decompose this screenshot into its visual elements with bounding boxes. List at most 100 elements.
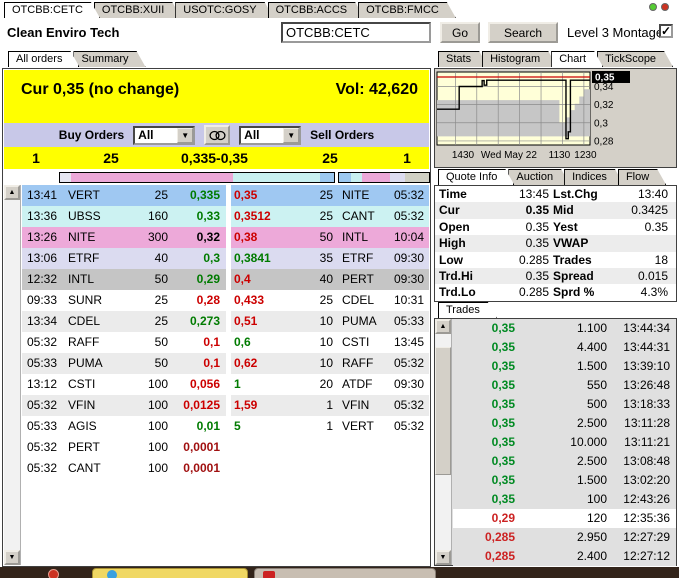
book-row[interactable]: 05:32 RAFF 50 0,1 0,6 10 CSTI 13:45 bbox=[22, 332, 429, 353]
sell-size: 10 bbox=[319, 335, 333, 349]
trade-price: 0,35 bbox=[491, 473, 515, 487]
buy-price: 0,33 bbox=[196, 209, 220, 223]
depth-bars bbox=[4, 172, 430, 183]
quote-label: Open bbox=[439, 219, 470, 234]
trade-row[interactable]: 0,35 550 13:26:48 bbox=[453, 376, 676, 395]
scrollbar-thumb[interactable] bbox=[435, 347, 451, 475]
scroll-up-button[interactable]: ▲ bbox=[435, 319, 451, 334]
chevron-down-icon[interactable]: ▼ bbox=[283, 127, 300, 143]
book-row[interactable]: 13:41 VERT 25 0,335 0,35 25 NITE 05:32 bbox=[22, 185, 429, 206]
book-row[interactable]: 13:36 UBSS 160 0,33 0,3512 25 CANT 05:32 bbox=[22, 206, 429, 227]
info-tab-quote-info[interactable]: Quote Info bbox=[438, 169, 514, 185]
chart-tab-stats[interactable]: Stats bbox=[438, 51, 488, 67]
scroll-down-button[interactable]: ▼ bbox=[4, 550, 20, 565]
orders-tab-summary[interactable]: Summary bbox=[73, 51, 145, 67]
chart-tab-histogram[interactable]: Histogram bbox=[482, 51, 557, 67]
buy-time: 05:32 bbox=[27, 440, 58, 454]
symbol-tab-otcbb-xuii[interactable]: OTCBB:XUII bbox=[94, 2, 181, 18]
orders-tab-all-orders[interactable]: All orders bbox=[8, 51, 79, 67]
book-row[interactable]: 05:33 PUMA 50 0,1 0,62 10 RAFF 05:32 bbox=[22, 353, 429, 374]
trade-row[interactable]: 0,35 10.000 13:11:21 bbox=[453, 433, 676, 452]
symbol-tab-otcbb-fmcc[interactable]: OTCBB:FMCC bbox=[358, 2, 456, 18]
trade-row[interactable]: 0,29 120 12:35:36 bbox=[453, 509, 676, 528]
buy-side: 09:33 SUNR 25 0,28 bbox=[22, 290, 226, 311]
browser-logo-icon[interactable] bbox=[48, 569, 59, 578]
trade-row[interactable]: 0,35 1.500 13:39:10 bbox=[453, 357, 676, 376]
taskbar-window-yellow[interactable] bbox=[92, 568, 248, 578]
book-row[interactable]: 13:12 CSTI 100 0,056 1 20 ATDF 09:30 bbox=[22, 374, 429, 395]
go-button[interactable]: Go bbox=[440, 22, 480, 43]
book-scrollbar[interactable]: ▲ ▼ bbox=[4, 185, 21, 565]
tab-trades[interactable]: Trades bbox=[438, 302, 497, 318]
sell-side bbox=[231, 458, 429, 479]
buy-size: 300 bbox=[147, 230, 168, 244]
info-tab-auction[interactable]: Auction bbox=[508, 169, 570, 185]
symbol-input[interactable] bbox=[281, 22, 431, 43]
symbol-tab-otcbb-cetc[interactable]: OTCBB:CETC bbox=[4, 2, 100, 18]
trades-panel: ▲ ▼ 0,35 1.100 13:44:34 0,35 4.400 13:44:31 0,… bbox=[434, 318, 677, 566]
trade-row[interactable]: 0,35 1.500 13:02:20 bbox=[453, 471, 676, 490]
book-row[interactable]: 05:32 PERT 100 0,0001 bbox=[22, 437, 429, 458]
buy-price: 0,0001 bbox=[183, 440, 220, 454]
trade-row[interactable]: 0,35 4.400 13:44:31 bbox=[453, 338, 676, 357]
chart-tab-chart[interactable]: Chart bbox=[551, 51, 603, 67]
sell-time: 10:31 bbox=[393, 293, 424, 307]
sell-size: 1 bbox=[326, 398, 333, 412]
book-row[interactable]: 13:26 NITE 300 0,32 0,38 50 INTL 10:04 bbox=[22, 227, 429, 248]
search-button[interactable]: Search bbox=[488, 22, 558, 43]
chart-tab-bar: Stats Histogram Chart TickScope bbox=[438, 51, 667, 67]
symbol-tab-usotc-gosy[interactable]: USOTC:GOSY bbox=[175, 2, 273, 18]
sell-size: 10 bbox=[319, 356, 333, 370]
buy-time: 13:34 bbox=[27, 314, 58, 328]
buy-price: 0,32 bbox=[196, 230, 220, 244]
chart-tab-tickscope[interactable]: TickScope bbox=[597, 51, 673, 67]
depth-segment bbox=[350, 173, 363, 182]
trade-row[interactable]: 0,35 500 13:18:33 bbox=[453, 395, 676, 414]
chevron-down-icon[interactable]: ▼ bbox=[177, 127, 194, 143]
sell-size: 50 bbox=[319, 230, 333, 244]
scroll-up-button[interactable]: ▲ bbox=[4, 185, 20, 200]
trades-scrollbar[interactable]: ▲ ▼ bbox=[435, 319, 452, 565]
depth-segment bbox=[390, 173, 405, 182]
sell-price: 1,59 bbox=[234, 398, 258, 412]
sell-price: 0,4 bbox=[234, 272, 251, 286]
taskbar-window-gray[interactable] bbox=[254, 568, 436, 578]
book-row[interactable]: 12:32 INTL 50 0,29 0,4 40 PERT 09:30 bbox=[22, 269, 429, 290]
sell-time: 05:32 bbox=[393, 188, 424, 202]
trade-time: 12:43:26 bbox=[623, 492, 670, 506]
scroll-down-button[interactable]: ▼ bbox=[435, 550, 451, 565]
trade-row[interactable]: 0,285 2.400 12:27:12 bbox=[453, 547, 676, 566]
trade-size: 120 bbox=[586, 511, 607, 525]
book-row[interactable]: 05:33 AGIS 100 0,01 5 1 VERT 05:32 bbox=[22, 416, 429, 437]
sell-size bbox=[293, 437, 333, 458]
book-row[interactable]: 13:34 CDEL 25 0,273 0,51 10 PUMA 05:33 bbox=[22, 311, 429, 332]
level3-montage-checkbox[interactable]: ✓ bbox=[659, 24, 673, 38]
book-row[interactable]: 13:06 ETRF 40 0,3 0,3841 35 ETRF 09:30 bbox=[22, 248, 429, 269]
buy-mm-id: AGIS bbox=[68, 419, 97, 433]
trade-row[interactable]: 0,35 1.100 13:44:34 bbox=[453, 319, 676, 338]
sell-size: 25 bbox=[319, 188, 333, 202]
book-row[interactable]: 05:32 VFIN 100 0,0125 1,59 1 VFIN 05:32 bbox=[22, 395, 429, 416]
buy-side: 05:33 PUMA 50 0,1 bbox=[22, 353, 226, 374]
trade-row[interactable]: 0,285 2.950 12:27:29 bbox=[453, 528, 676, 547]
buy-orders-filter[interactable]: All ▼ bbox=[133, 125, 196, 145]
sell-orders-filter[interactable]: All ▼ bbox=[239, 125, 302, 145]
book-row[interactable]: 05:32 CANT 100 0,0001 bbox=[22, 458, 429, 479]
trade-row[interactable]: 0,35 2.500 13:08:48 bbox=[453, 452, 676, 471]
buy-mm-id: CANT bbox=[68, 461, 101, 475]
info-tab-indices[interactable]: Indices bbox=[564, 169, 624, 185]
sell-size: 40 bbox=[319, 272, 333, 286]
trade-row[interactable]: 0,35 100 12:43:26 bbox=[453, 490, 676, 509]
info-tab-flow[interactable]: Flow bbox=[618, 169, 666, 185]
book-row[interactable]: 09:33 SUNR 25 0,28 0,433 25 CDEL 10:31 bbox=[22, 290, 429, 311]
link-filters-button[interactable] bbox=[204, 125, 231, 145]
sell-time: 05:32 bbox=[393, 419, 424, 433]
quote-row: Open 0.35 Yest 0.35 bbox=[435, 218, 676, 236]
trade-row[interactable]: 0,35 2.500 13:11:28 bbox=[453, 414, 676, 433]
buy-side: 13:41 VERT 25 0,335 bbox=[22, 185, 226, 206]
symbol-tab-otcbb-accs[interactable]: OTCBB:ACCS bbox=[268, 2, 365, 18]
trade-price: 0,35 bbox=[491, 378, 515, 392]
sell-side: 1 20 ATDF 09:30 bbox=[231, 374, 429, 395]
sell-mm-id: CSTI bbox=[342, 335, 370, 349]
svg-text:0,3: 0,3 bbox=[594, 118, 608, 129]
